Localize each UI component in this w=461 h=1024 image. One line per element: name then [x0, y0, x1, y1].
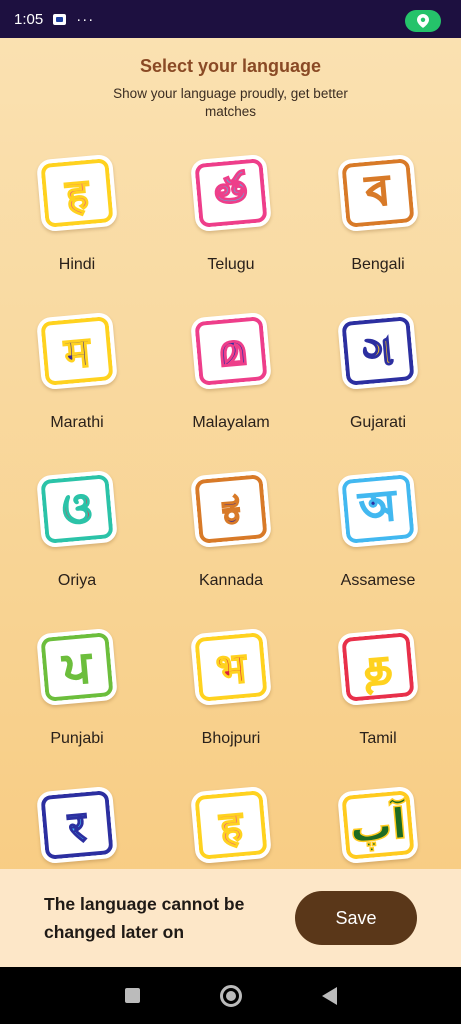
language-option[interactable]: ह	[161, 782, 301, 868]
language-label: Hindi	[58, 256, 96, 273]
language-label: Gujarati	[349, 414, 407, 431]
language-label: Telugu	[207, 256, 255, 273]
back-icon[interactable]	[321, 986, 337, 1005]
language-sticker: ह	[36, 150, 118, 236]
language-sticker: ಕ	[190, 466, 272, 552]
language-label: Tamil	[359, 730, 397, 747]
language-sticker: ব	[337, 150, 419, 236]
language-option[interactable]: മ Malayalam	[161, 308, 301, 432]
language-option[interactable]: অ Assamese	[308, 466, 448, 590]
language-label: Oriya	[57, 572, 97, 589]
more-notifications-icon: ···	[76, 10, 95, 28]
page-header: Select your language Show your language …	[0, 56, 461, 121]
language-sticker: ह	[190, 782, 272, 868]
language-glyph: ह	[190, 785, 272, 865]
save-button[interactable]: Save	[295, 891, 417, 945]
language-glyph: آپ	[337, 785, 419, 865]
language-sticker: ગ	[337, 308, 419, 394]
language-glyph: త	[190, 153, 272, 233]
language-option[interactable]: త Telugu	[161, 150, 301, 274]
language-label: Bengali	[351, 256, 405, 273]
language-glyph: र	[36, 785, 118, 865]
language-label: Marathi	[50, 414, 104, 431]
language-sticker: آپ	[337, 782, 419, 868]
language-sticker: ଓ	[36, 466, 118, 552]
language-glyph: ব	[337, 153, 419, 233]
language-sticker: অ	[337, 466, 419, 552]
language-option[interactable]: ଓ Oriya	[7, 466, 147, 590]
status-bar: 1:05 ···	[0, 0, 461, 38]
language-glyph: ਪ	[36, 627, 118, 707]
language-sticker: ਪ	[36, 624, 118, 710]
language-sticker: म	[36, 308, 118, 394]
language-glyph: म	[36, 311, 118, 391]
page-subtitle: Show your language proudly, get better m…	[113, 86, 348, 119]
footer-bar: The language cannot be changed later on …	[0, 869, 461, 967]
message-icon	[53, 13, 67, 25]
language-glyph: മ	[190, 311, 272, 391]
language-option[interactable]: ব Bengali	[308, 150, 448, 274]
language-label: Kannada	[198, 572, 264, 589]
language-label: Bhojpuri	[201, 730, 261, 747]
location-indicator-icon	[405, 10, 441, 32]
language-option[interactable]: ह Hindi	[7, 150, 147, 274]
language-option[interactable]: भ Bhojpuri	[161, 624, 301, 748]
page-title: Select your language	[139, 56, 322, 76]
language-sticker: த	[337, 624, 419, 710]
language-glyph: অ	[337, 469, 419, 549]
language-sticker: भ	[190, 624, 272, 710]
language-glyph: ಕ	[190, 469, 272, 549]
language-sticker: र	[36, 782, 118, 868]
home-icon[interactable]	[219, 984, 242, 1007]
status-time: 1:05	[14, 10, 44, 28]
language-glyph: ગ	[337, 311, 419, 391]
language-sticker: త	[190, 150, 272, 236]
language-glyph: ह	[36, 153, 118, 233]
language-option[interactable]: آپ	[308, 782, 448, 868]
language-option[interactable]: र	[7, 782, 147, 868]
language-glyph: ଓ	[36, 469, 118, 549]
language-label: Punjabi	[50, 730, 104, 747]
language-option[interactable]: த Tamil	[308, 624, 448, 748]
language-glyph: த	[337, 627, 419, 707]
language-glyph: भ	[190, 627, 272, 707]
language-option[interactable]: ਪ Punjabi	[7, 624, 147, 748]
language-warning-note: The language cannot be changed later on	[44, 894, 245, 942]
language-sticker: മ	[190, 308, 272, 394]
language-option[interactable]: ગ Gujarati	[308, 308, 448, 432]
language-option[interactable]: म Marathi	[7, 308, 147, 432]
language-label: Malayalam	[192, 414, 270, 431]
system-navigation-bar	[0, 967, 461, 1024]
recent-apps-icon[interactable]	[124, 988, 140, 1003]
language-option[interactable]: ಕ Kannada	[161, 466, 301, 590]
language-label: Assamese	[340, 572, 416, 589]
